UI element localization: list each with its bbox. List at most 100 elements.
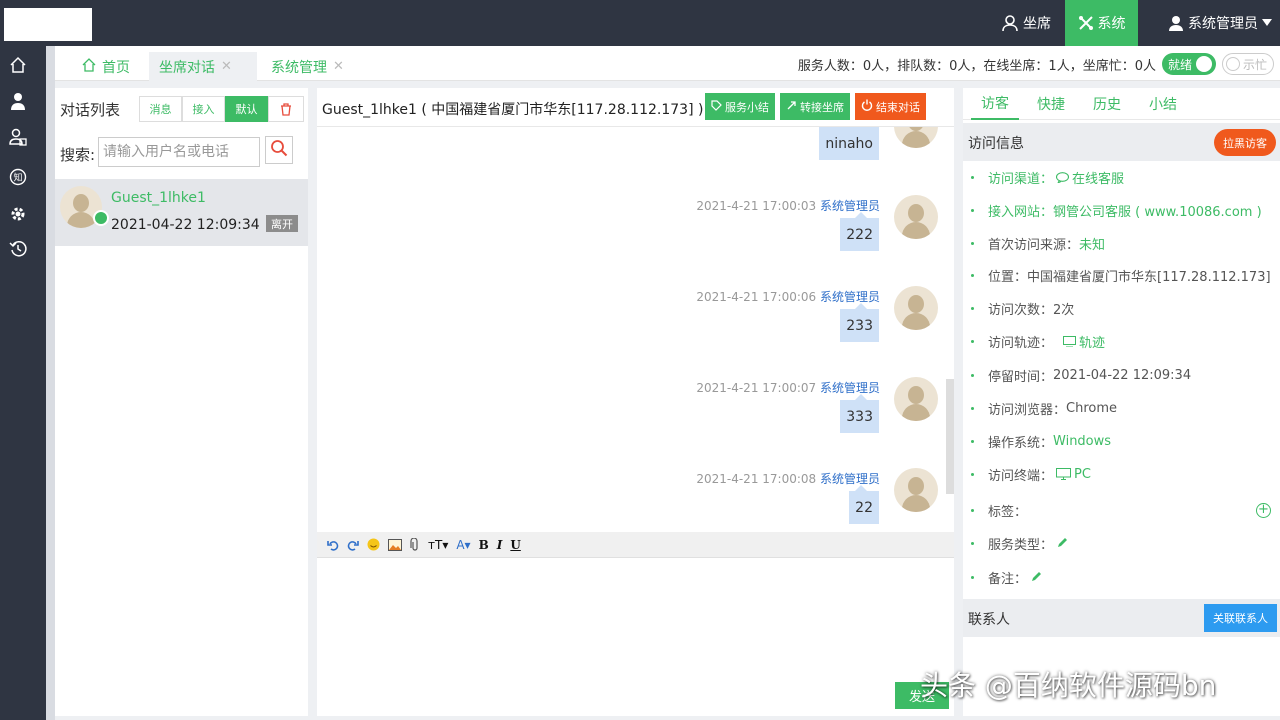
tab-agent-chat-label: 坐席对话 (159, 59, 215, 76)
tab-visitor[interactable]: 访客 (971, 88, 1019, 120)
font-size-icon[interactable]: тT▾ (428, 538, 448, 552)
scrollbar-thumb[interactable] (946, 379, 954, 494)
tools-icon (1078, 15, 1094, 31)
filter-accepted[interactable]: 接入 (182, 96, 225, 122)
knowledge-icon[interactable]: 知 (0, 165, 36, 189)
pencil-icon[interactable] (1056, 537, 1068, 549)
end-chat-button[interactable]: 结束对话 (855, 93, 926, 120)
message-editor[interactable] (317, 558, 954, 716)
attachment-icon[interactable] (410, 537, 420, 552)
service-summary-label: 服务小结 (725, 100, 769, 114)
add-tag-icon[interactable]: + (1256, 503, 1271, 518)
tab-system-admin[interactable]: 系统管理 ✕ (261, 52, 354, 81)
field-value: PC (1074, 466, 1091, 482)
undo-icon[interactable] (327, 539, 339, 551)
user-icon (1168, 15, 1184, 31)
user-card-icon[interactable] (0, 125, 36, 149)
stats-text: 服务人数：0人，排队数：0人，在线坐席：1人，坐席忙：0人 (797, 58, 1156, 74)
visit-track-link[interactable]: 轨迹 (1079, 332, 1105, 351)
user-menu-label: 系统管理员 (1188, 16, 1258, 32)
field-tags: 标签： (971, 500, 1027, 520)
monitor-icon (1056, 468, 1072, 480)
ready-toggle[interactable]: 就绪 (1161, 53, 1216, 75)
filter-messages[interactable]: 消息 (139, 96, 182, 122)
tab-history[interactable]: 历史 (1085, 88, 1129, 120)
history-icon[interactable] (0, 237, 36, 261)
bullet (971, 439, 974, 443)
contact-header: 联系人 关联联系人 (963, 599, 1280, 637)
nav-user-menu[interactable]: 系统管理员 (1138, 0, 1280, 46)
message-bubble: 233 (840, 303, 879, 342)
underline-icon[interactable]: U (510, 538, 520, 552)
visit-info-title: 访问信息 (968, 136, 1024, 152)
tab-agent-chat[interactable]: 坐席对话 ✕ (149, 52, 257, 81)
field-website: 接入网站： 钢管公司客服 ( www.10086.com ) (971, 200, 1262, 220)
field-label: 位置： (988, 269, 1028, 285)
watermark: 头条 @百纳软件源码bn (920, 669, 1217, 702)
chat-message: 2021-4-21 17:00:03 系统管理员 222 (338, 195, 938, 287)
field-service-type: 服务类型： (971, 533, 1071, 553)
avatar (894, 127, 938, 148)
redo-icon[interactable] (347, 539, 359, 551)
field-first-source: 首次访问来源： 未知 (971, 233, 1105, 253)
message-meta: 2021-4-21 17:00:07 系统管理员 (696, 379, 880, 396)
tab-summary[interactable]: 小结 (1141, 88, 1185, 120)
link-contact-button[interactable]: 关联联系人 (1204, 604, 1277, 632)
field-os: 操作系统： Windows (971, 431, 1111, 451)
busy-toggle[interactable]: 示忙 (1221, 53, 1274, 75)
track-icon[interactable] (1063, 335, 1077, 347)
toggle-knob (1225, 57, 1240, 71)
bold-icon[interactable]: B (479, 538, 489, 552)
tag-icon (711, 99, 722, 114)
message-bubble: 222 (840, 212, 879, 251)
person-icon[interactable] (0, 89, 36, 113)
bullet (971, 339, 974, 343)
close-icon[interactable]: ✕ (221, 59, 232, 74)
message-time: 2021-4-21 17:00:08 (696, 472, 817, 486)
nav-system[interactable]: 系统 (1065, 0, 1138, 46)
tab-home-label: 首页 (102, 59, 130, 76)
transfer-agent-button[interactable]: 转接坐席 (780, 93, 850, 120)
font-color-icon[interactable]: A▾ (456, 538, 470, 552)
message-sender: 系统管理员 (819, 381, 880, 395)
emoji-icon[interactable] (367, 538, 380, 551)
bullet (971, 541, 974, 545)
gear-icon[interactable] (0, 202, 36, 226)
blacklist-visitor-button[interactable]: 拉黑访客 (1214, 129, 1276, 156)
pencil-icon[interactable] (1030, 571, 1042, 583)
conversation-item[interactable]: Guest_1lhke1 2021-04-22 12:09:34 离开 (55, 179, 308, 246)
image-icon[interactable] (388, 538, 402, 551)
field-label: 操作系统： (988, 435, 1054, 451)
field-label: 标签： (988, 504, 1028, 520)
message-scrollbar[interactable] (946, 127, 954, 532)
filter-default[interactable]: 默认 (225, 96, 268, 122)
tab-home[interactable]: 首页 (72, 52, 140, 81)
avatar (894, 195, 938, 239)
service-summary-button[interactable]: 服务小结 (705, 93, 775, 120)
search-input[interactable] (98, 137, 260, 167)
field-value: 2021-04-22 12:09:34 (1053, 367, 1192, 383)
message-meta: 2021-4-21 17:00:06 系统管理员 (696, 288, 880, 305)
italic-icon[interactable]: I (497, 538, 503, 552)
search-button[interactable] (265, 136, 293, 164)
chat-message: ninaho (338, 127, 938, 196)
home-outline-icon (82, 57, 96, 76)
home-icon[interactable] (0, 53, 36, 77)
message-meta: 2021-4-21 17:00:08 系统管理员 (696, 470, 880, 487)
tab-quick[interactable]: 快捷 (1029, 88, 1073, 120)
contact-title: 联系人 (968, 612, 1010, 628)
close-icon[interactable]: ✕ (333, 59, 344, 74)
field-value: 未知 (1079, 237, 1106, 253)
chat-message: 2021-4-21 17:00:07 系统管理员 333 (338, 377, 938, 469)
trash-icon[interactable] (268, 96, 304, 122)
avatar (894, 286, 938, 330)
side-rail: 知 (0, 46, 46, 720)
nav-agent[interactable]: 坐席 (987, 0, 1065, 46)
avatar (894, 377, 938, 421)
message-time: 2021-4-21 17:00:07 (696, 381, 817, 395)
top-bar: 坐席 系统 系统管理员 (0, 0, 1280, 46)
message-bubble: 333 (840, 394, 879, 433)
field-value: 钢管公司客服 ( www.10086.com ) (1053, 204, 1262, 220)
power-icon (861, 99, 873, 114)
agent-stats: 服务人数：0人，排队数：0人，在线坐席：1人，坐席忙：0人 就绪 示忙 (798, 52, 1274, 76)
